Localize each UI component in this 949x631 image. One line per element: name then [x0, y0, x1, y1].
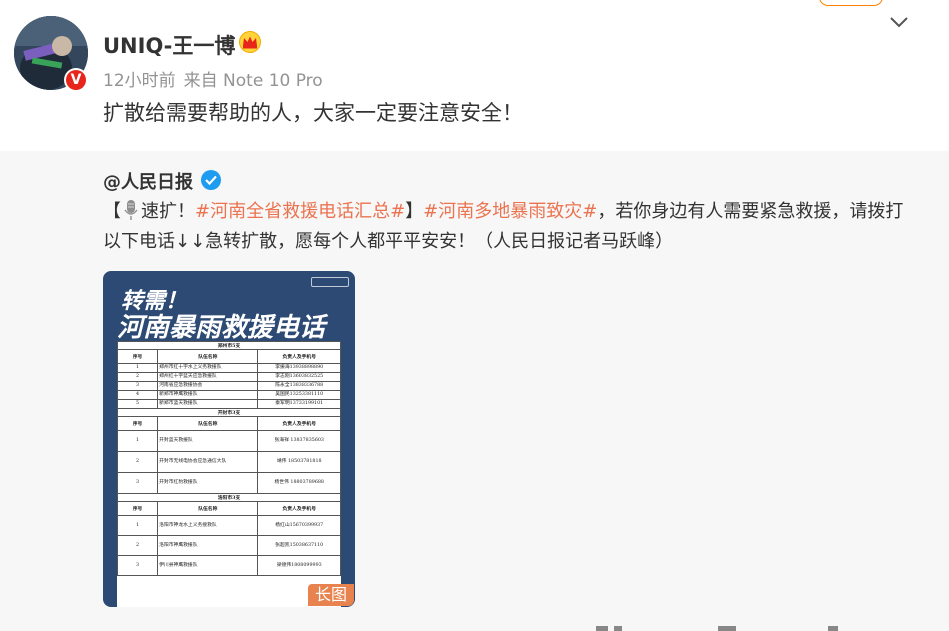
microphone-icon — [124, 200, 138, 220]
table-row: 2 开封市无线电协会应急通信大队 靖伟 18503781818 — [116, 451, 341, 473]
action-icon-fragment — [614, 626, 622, 631]
rescue-phone-table: 郑州市5支 序号 队伍名称 负责人及手机号 1 郑州市红十字水上义务救援队 李振海139… — [116, 341, 341, 607]
action-icon-fragment — [828, 626, 838, 631]
table-row: 1 郑州市红十字水上义务救援队 李振海13938898890 — [116, 363, 341, 373]
verified-badge: V — [64, 68, 88, 92]
username[interactable]: UNIQ-王一博 — [103, 30, 235, 60]
section-title: 郑州市5支 — [117, 341, 341, 350]
table-row: 4 新郑市神鹰救援队 吴国民13253381110 — [116, 390, 341, 400]
section-title: 开封市3支 — [117, 408, 341, 417]
verified-v-icon: V — [66, 70, 86, 90]
section-title: 洛阳市3支 — [117, 493, 341, 502]
table-row: 3 伊川县神鹰救援队 梁德伟1808099993 — [116, 555, 341, 576]
post-time[interactable]: 12小时前 — [103, 71, 176, 91]
table-row: 1 开封蓝天救援队 张海祥 13837835603 — [116, 430, 341, 452]
topic-tag-1[interactable]: #河南全省救援电话汇总# — [195, 201, 405, 222]
topic-tag-2[interactable]: #河南多地暴雨致灾# — [423, 201, 597, 222]
follow-button[interactable] — [819, 0, 883, 6]
blue-verified-icon — [201, 170, 221, 190]
post-source: 来自 Note 10 Pro — [183, 71, 323, 91]
post-meta: 12小时前 来自 Note 10 Pro — [103, 66, 331, 91]
crown-icon — [239, 31, 261, 53]
table-row: 3 河南省应急救援协会 陈永全13838336788 — [116, 381, 341, 391]
action-icon-fragment — [718, 626, 736, 631]
table-row: 2 洛阳市神鹰救援队 张超凯15038637110 — [116, 535, 341, 556]
chevron-down-icon[interactable] — [888, 13, 910, 31]
table-row: 3 开封市红豹救援队 杨世伟 18803789688 — [116, 472, 341, 494]
table-row: 1 洛阳市神龙水上义务搜救队 杨红山15670399937 — [116, 515, 341, 536]
long-image-badge: 长图 — [308, 584, 354, 606]
repost-text-line-2: 以下电话↓↓急转扩散，愿每个人都平平安安！（人民日报记者马跃峰） — [103, 231, 674, 252]
poster-heading-large: 河南暴雨救援电话 — [117, 313, 326, 343]
action-icon-fragment — [596, 626, 608, 631]
repost-text-line-1: 【速扩！#河南全省救援电话汇总#】#河南多地暴雨致灾#，若你身边有人需要紧急救援… — [103, 200, 904, 222]
table-row: 5 新郑市蓝天救援队 秦军明13733199101 — [116, 399, 341, 409]
table-row: 2 郑州红十字蓝天应急救援队 李志刚13603832525 — [116, 372, 341, 382]
post-text: 扩散给需要帮助的人，大家一定要注意安全！ — [103, 101, 523, 125]
original-author[interactable]: @人民日报 — [103, 168, 193, 194]
app-logo — [311, 277, 349, 287]
rescue-phone-poster-image[interactable]: 转需！ 河南暴雨救援电话 郑州市5支 序号 队伍名称 负责人及手机号 1 郑州市红十字… — [103, 271, 355, 607]
